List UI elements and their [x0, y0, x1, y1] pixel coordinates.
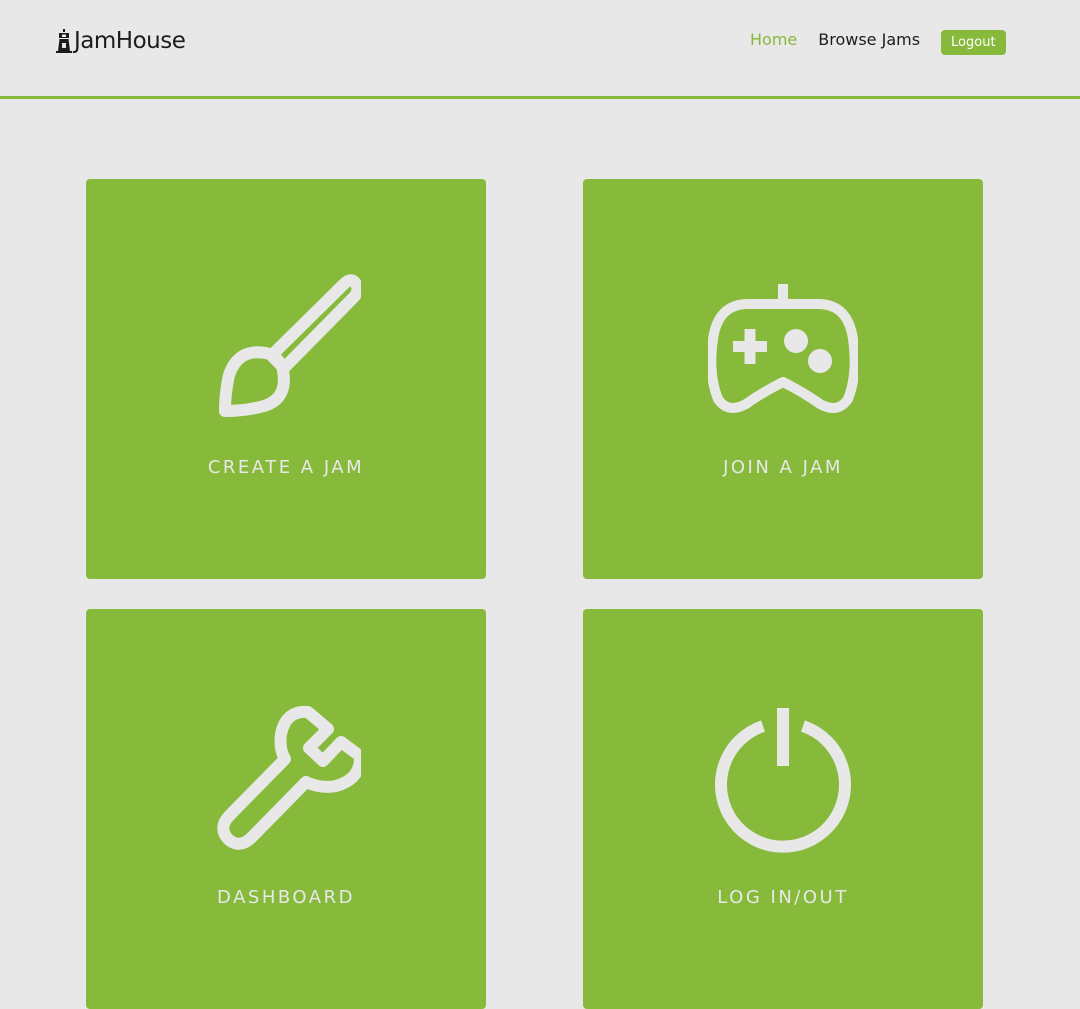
power-icon — [715, 708, 851, 853]
logo-text: JamHouse — [74, 28, 186, 54]
login-logout-tile[interactable]: LOG IN/OUT — [583, 609, 983, 1009]
tile-label: JOIN A JAM — [723, 457, 843, 478]
main-nav: Home Browse Jams Logout — [750, 28, 1006, 56]
nav-browse-jams-link[interactable]: Browse Jams — [818, 30, 920, 49]
lighthouse-icon — [55, 29, 73, 53]
dashboard-tile[interactable]: DASHBOARD — [86, 609, 486, 1009]
nav-home-link[interactable]: Home — [750, 30, 797, 49]
tile-label: LOG IN/OUT — [717, 887, 849, 908]
create-jam-tile[interactable]: CREATE A JAM — [86, 179, 486, 579]
gamepad-icon — [708, 284, 858, 413]
join-jam-tile[interactable]: JOIN A JAM — [583, 179, 983, 579]
tile-label: DASHBOARD — [217, 887, 355, 908]
wrench-icon — [217, 705, 361, 850]
logo-link[interactable]: JamHouse — [55, 27, 186, 55]
site-header: JamHouse Home Browse Jams Logout — [0, 0, 1080, 99]
paintbrush-icon — [219, 274, 361, 417]
tile-label: CREATE A JAM — [207, 457, 365, 478]
logout-button[interactable]: Logout — [941, 29, 1006, 55]
